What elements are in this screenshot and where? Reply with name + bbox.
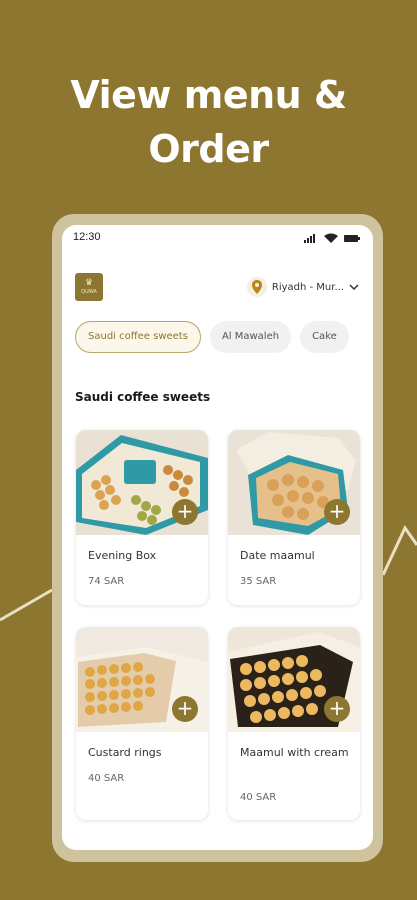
location-pin-icon	[246, 277, 267, 297]
tab-cake[interactable]: Cake	[300, 321, 349, 353]
section-title: Saudi coffee sweets	[75, 390, 211, 404]
product-price: 74 SAR	[88, 576, 125, 587]
category-tabs: Saudi coffee sweets Al Mawaleh Cake	[75, 321, 373, 355]
plus-icon[interactable]: +	[324, 696, 350, 722]
product-price: 35 SAR	[240, 576, 277, 587]
plus-icon[interactable]: +	[172, 499, 198, 525]
tab-al-mawaleh[interactable]: Al Mawaleh	[209, 321, 292, 353]
product-price: 40 SAR	[240, 792, 277, 803]
headline-line-1: View menu &	[70, 73, 347, 117]
battery-icon	[344, 235, 360, 242]
product-image: +	[228, 627, 360, 732]
product-card-maamul-with-cream[interactable]: + Maamul with cream 40 SAR	[228, 627, 360, 820]
product-image: +	[76, 430, 208, 535]
signal-icon	[304, 234, 315, 243]
product-price: 40 SAR	[88, 773, 125, 784]
phone-screen: 12:30 ♛ QUWA Riyadh - Mur... Saudi coffe…	[62, 225, 373, 850]
product-name: Maamul with cream	[240, 746, 349, 759]
headline-line-2: Order	[148, 127, 269, 171]
product-image: +	[76, 627, 208, 732]
plus-icon[interactable]: +	[172, 696, 198, 722]
product-image: +	[228, 430, 360, 535]
product-card-custard-rings[interactable]: + Custard rings 40 SAR	[76, 627, 208, 820]
product-name: Custard rings	[88, 746, 162, 759]
product-name: Evening Box	[88, 549, 157, 562]
app-header: ♛ QUWA Riyadh - Mur...	[62, 265, 373, 305]
headline: View menu & Order	[0, 68, 417, 176]
location-label: Riyadh - Mur...	[271, 281, 344, 293]
logo-text: QUWA	[81, 288, 97, 295]
product-card-date-maamul[interactable]: + Date maamul 35 SAR	[228, 430, 360, 605]
product-name: Date maamul	[240, 549, 315, 562]
tab-saudi-coffee-sweets[interactable]: Saudi coffee sweets	[75, 321, 201, 353]
plus-icon[interactable]: +	[324, 499, 350, 525]
chevron-down-icon	[349, 284, 359, 290]
location-selector[interactable]: Riyadh - Mur...	[246, 275, 359, 299]
brand-logo[interactable]: ♛ QUWA	[75, 273, 103, 301]
status-icons	[304, 233, 360, 243]
crest-icon: ♛	[84, 278, 94, 288]
wifi-icon	[324, 233, 338, 243]
status-time: 12:30	[73, 231, 101, 243]
status-bar: 12:30	[62, 225, 373, 251]
product-card-evening-box[interactable]: + Evening Box 74 SAR	[76, 430, 208, 605]
